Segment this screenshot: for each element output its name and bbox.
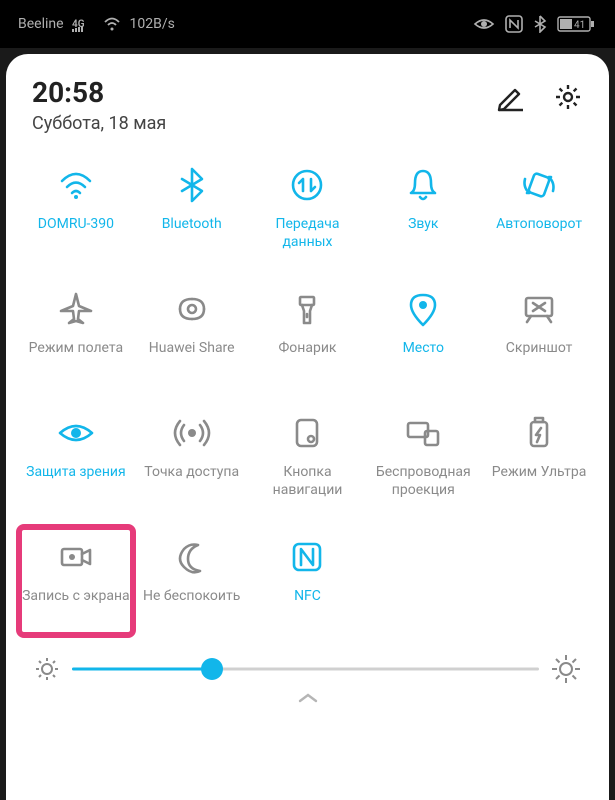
signal-4g-icon: 4G: [72, 16, 94, 32]
tile-screenshot[interactable]: Скриншот: [481, 278, 597, 396]
tile-location[interactable]: Место: [365, 278, 481, 396]
tile-sound[interactable]: Звук: [365, 154, 481, 272]
edit-button[interactable]: [495, 82, 525, 112]
hotspot-icon: [169, 410, 215, 456]
brightness-slider[interactable]: [72, 655, 539, 683]
data-transfer-icon: [284, 162, 330, 208]
tile-auto-rotate[interactable]: Автоповорот: [481, 154, 597, 272]
flashlight-icon: [284, 286, 330, 332]
tile-label: NFC: [294, 588, 321, 606]
tile-mobile-data[interactable]: Передача данных: [250, 154, 366, 272]
brightness-row: [16, 644, 599, 684]
tile-label: Звук: [408, 216, 438, 234]
svg-text:41: 41: [574, 20, 585, 31]
quick-settings-grid: DOMRU-390 Bluetooth Передача данных Звук Авт…: [16, 154, 599, 644]
carrier-label: Beeline: [18, 16, 64, 32]
tile-hotspot[interactable]: Точка доступа: [134, 402, 250, 520]
wifi-icon: [53, 162, 99, 208]
tile-huawei-share[interactable]: Huawei Share: [134, 278, 250, 396]
battery-icon: 41: [557, 15, 597, 33]
tile-label: Bluetooth: [162, 216, 222, 234]
tile-screen-record[interactable]: Запись с экрана: [18, 526, 134, 644]
tile-label: Скриншот: [506, 340, 573, 358]
tile-label: Режим Ультра: [492, 464, 587, 482]
rotate-icon: [516, 162, 562, 208]
clock-date: Суббота, 18 мая: [32, 113, 166, 134]
bluetooth-status-icon: [533, 15, 547, 33]
tile-dnd[interactable]: Не беспокоить: [134, 526, 250, 644]
tile-bluetooth[interactable]: Bluetooth: [134, 154, 250, 272]
wifi-status-icon: [102, 16, 122, 32]
battery-ultra-icon: [516, 410, 562, 456]
nav-button-icon: [284, 410, 330, 456]
tile-nav-dock[interactable]: Кнопка навигации: [250, 402, 366, 520]
brightness-low-icon: [34, 656, 60, 682]
tile-eye-comfort[interactable]: Защита зрения: [18, 402, 134, 520]
tile-label: Фонарик: [278, 340, 336, 358]
nfc-status-icon: [505, 15, 523, 33]
screenshot-icon: [516, 286, 562, 332]
tile-label: Точка доступа: [144, 464, 239, 482]
panel-header: 20:58 Суббота, 18 мая: [16, 72, 599, 154]
projection-icon: [400, 410, 446, 456]
tile-label: Защита зрения: [26, 464, 126, 482]
share-icon: [169, 286, 215, 332]
tile-label: Передача данных: [252, 216, 364, 251]
expand-handle[interactable]: [16, 684, 599, 706]
nfc-icon: [284, 534, 330, 580]
tile-label: Кнопка навигации: [252, 464, 364, 499]
tile-nfc[interactable]: NFC: [250, 526, 366, 644]
tile-label: Место: [403, 340, 444, 358]
tile-label: Режим полета: [29, 340, 123, 358]
moon-icon: [169, 534, 215, 580]
data-rate-label: 102B/s: [130, 16, 175, 32]
clock-time: 20:58: [32, 76, 166, 109]
quick-settings-panel: 20:58 Суббота, 18 мая DOMRU-390 Bluetooth…: [6, 54, 609, 800]
tile-ultra-mode[interactable]: Режим Ультра: [481, 402, 597, 520]
tile-label: Беспроводная проекция: [367, 464, 479, 499]
screen-record-icon: [53, 534, 99, 580]
tile-airplane[interactable]: Режим полета: [18, 278, 134, 396]
tile-label: Не беспокоить: [143, 588, 240, 606]
airplane-icon: [53, 286, 99, 332]
settings-button[interactable]: [553, 82, 583, 112]
bluetooth-icon: [169, 162, 215, 208]
tile-label: Автоповорот: [496, 216, 582, 234]
tile-wireless-proj[interactable]: Беспроводная проекция: [365, 402, 481, 520]
tile-flashlight[interactable]: Фонарик: [250, 278, 366, 396]
location-icon: [400, 286, 446, 332]
tile-label: Huawei Share: [149, 340, 235, 358]
brightness-high-icon: [551, 654, 581, 684]
tile-wifi[interactable]: DOMRU-390: [18, 154, 134, 272]
tile-label: DOMRU-390: [38, 216, 114, 234]
eye-comfort-status-icon: [473, 16, 495, 32]
tile-label: Запись с экрана: [22, 588, 130, 606]
eye-icon: [53, 410, 99, 456]
status-bar: Beeline 4G 102B/s 41: [0, 0, 615, 48]
bell-icon: [400, 162, 446, 208]
